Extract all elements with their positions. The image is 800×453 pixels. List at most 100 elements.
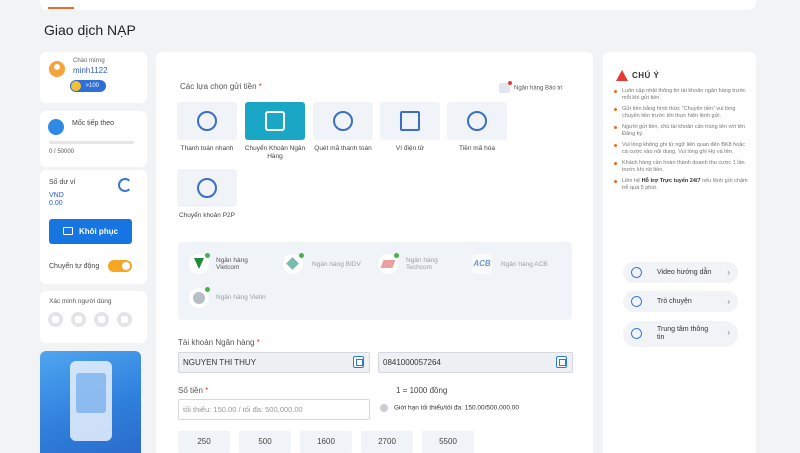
milestone-progress-text: 0 / 50000 bbox=[49, 149, 75, 155]
chevron-right-icon: › bbox=[727, 268, 730, 277]
quick-amount-2700[interactable]: 2700 bbox=[361, 431, 413, 453]
auto-transfer-toggle[interactable] bbox=[108, 260, 132, 272]
notice-item: Luôn cập nhật thông tin tài khoản ngân h… bbox=[614, 88, 749, 102]
required-mark: * bbox=[205, 386, 209, 395]
info-center-label: Trung tâm thông tin bbox=[657, 326, 709, 341]
quick-amount-5500[interactable]: 5500 bbox=[422, 431, 474, 453]
method-p2p-label: Chuyển khoản P2P bbox=[178, 212, 235, 219]
deposit-options-text: Các lựa chọn gửi tiền bbox=[180, 82, 257, 91]
notice-panel: CHÚ Ý Luôn cập nhật thông tin tài khoản … bbox=[603, 52, 756, 453]
vip-points-value: >100 bbox=[85, 83, 99, 89]
qr-wallet-icon bbox=[400, 111, 420, 131]
amount-label: Số tiền * bbox=[178, 386, 208, 395]
deposit-options-label: Các lựa chọn gửi tiền * bbox=[180, 82, 262, 91]
method-bank-transfer-label: Chuyển Khoản Ngân Hàng bbox=[244, 145, 306, 160]
method-p2p[interactable] bbox=[177, 169, 237, 207]
account-name-field[interactable]: NGUYEN THI THUY bbox=[178, 352, 370, 373]
phone-illustration bbox=[70, 361, 112, 441]
user-card: Chào mừng minh1122 >100 bbox=[40, 52, 147, 103]
wallet-currency: VND bbox=[49, 192, 64, 199]
acb-logo[interactable]: ACB bbox=[472, 254, 492, 274]
coin-icon bbox=[71, 81, 81, 91]
username[interactable]: minh1122 bbox=[73, 66, 108, 75]
bank-techcom[interactable]: Ngân hàng Techcom bbox=[406, 257, 448, 271]
live-support-link[interactable]: Hỗ trợ Trực tuyến 24/7 bbox=[642, 178, 701, 184]
vip-points-badge[interactable]: >100 bbox=[70, 80, 106, 92]
method-e-wallet-label: Ví điện tử bbox=[395, 145, 425, 152]
vietcombank-logo[interactable] bbox=[189, 253, 210, 274]
notice-item: Vui lòng không ghi từ ngữ liên quan đến … bbox=[614, 142, 749, 156]
info-center-icon bbox=[631, 328, 642, 339]
vietinbank-logo[interactable] bbox=[189, 287, 210, 308]
method-crypto[interactable] bbox=[447, 102, 507, 140]
bank-account-label: Tài khoản Ngân hàng * bbox=[178, 338, 260, 347]
quick-amount-1600[interactable]: 1600 bbox=[300, 431, 352, 453]
copy-icon[interactable] bbox=[556, 356, 567, 368]
amount-input[interactable]: tối thiểu: 150.00 / tối đa: 500,000.00 bbox=[178, 399, 370, 420]
amount-label-text: Số tiền bbox=[178, 386, 203, 395]
rate-note: 1 = 1000 đồng bbox=[396, 386, 448, 395]
milestone-icon bbox=[48, 119, 64, 135]
method-fast-pay[interactable] bbox=[177, 102, 237, 140]
chat-label: Trò chuyện bbox=[657, 298, 692, 305]
milestone-card: Mốc tiếp theo 0 / 50000 bbox=[40, 111, 147, 167]
bank-transfer-icon bbox=[265, 111, 285, 131]
maintenance-bank-link[interactable]: Ngân hàng Bảo trì bbox=[499, 81, 563, 93]
support-prefix: Liên hệ bbox=[622, 178, 642, 184]
quick-amount-500[interactable]: 500 bbox=[239, 431, 291, 453]
account-number-field[interactable]: 0841000057264 bbox=[378, 352, 573, 373]
limit-note: Giới hạn tối thiểu/tối đa: 150.00/500,00… bbox=[380, 404, 519, 412]
notice-title: CHÚ Ý bbox=[632, 71, 660, 80]
bidv-logo[interactable] bbox=[283, 253, 304, 274]
email-icon[interactable] bbox=[71, 312, 86, 327]
bank-vietcom[interactable]: Ngân hàng Vietcom bbox=[216, 257, 256, 271]
maintenance-label: Ngân hàng Bảo trì bbox=[514, 85, 563, 92]
copy-icon[interactable] bbox=[353, 356, 364, 368]
techcombank-logo[interactable] bbox=[378, 253, 399, 274]
notice-item: Gửi tiền bằng hình thức "Chuyển tiền" vu… bbox=[614, 106, 749, 120]
chat-icon bbox=[631, 296, 642, 307]
wallet-amount: 0.00 bbox=[49, 200, 63, 207]
user-icon[interactable] bbox=[48, 312, 63, 327]
scan-pay-icon bbox=[333, 111, 353, 131]
deposit-panel: Các lựa chọn gửi tiền * Ngân hàng Bảo tr… bbox=[156, 52, 593, 453]
method-e-wallet[interactable] bbox=[380, 102, 440, 140]
promo-banner[interactable] bbox=[40, 351, 141, 453]
method-bank-transfer[interactable] bbox=[245, 102, 305, 140]
restore-button-label: Khôi phục bbox=[78, 227, 119, 236]
video-guide-link[interactable]: Video hướng dẫn › bbox=[623, 262, 738, 283]
top-nav-active-indicator bbox=[48, 7, 74, 9]
id-card-icon[interactable] bbox=[117, 312, 132, 327]
method-scan-pay-label: Quét mã thanh toán bbox=[314, 145, 372, 152]
method-crypto-label: Tiền mã hóa bbox=[459, 145, 495, 152]
avatar-icon[interactable] bbox=[49, 61, 65, 77]
notice-support-item: Liên hệ Hỗ trợ Trực tuyến 24/7 nếu lệnh … bbox=[614, 178, 749, 192]
notice-list: Luôn cập nhật thông tin tài khoản ngân h… bbox=[614, 88, 749, 196]
limit-note-text: Giới hạn tối thiểu/tối đa: 150.00/500,00… bbox=[394, 404, 519, 412]
info-center-link[interactable]: Trung tâm thông tin › bbox=[623, 321, 738, 347]
bank-vietin[interactable]: Ngân hàng Vietin bbox=[216, 294, 266, 301]
required-mark: * bbox=[256, 338, 260, 347]
refresh-icon[interactable] bbox=[118, 178, 132, 192]
milestone-progress-bar bbox=[49, 141, 134, 144]
available-dot bbox=[394, 253, 399, 258]
wallet-label: Số dư ví bbox=[49, 179, 76, 186]
restore-button[interactable]: Khôi phục bbox=[49, 219, 132, 244]
info-icon bbox=[380, 404, 388, 412]
available-dot bbox=[205, 287, 210, 292]
method-scan-pay[interactable] bbox=[313, 102, 373, 140]
bank-acb[interactable]: Ngân hàng ACB bbox=[501, 261, 548, 268]
verify-label: Xác minh người dùng bbox=[49, 298, 112, 305]
page-title: Giao dịch NẠP bbox=[44, 22, 136, 38]
quick-amount-250[interactable]: 250 bbox=[178, 431, 230, 453]
milestone-label: Mốc tiếp theo bbox=[72, 120, 115, 127]
phone-icon[interactable] bbox=[94, 312, 109, 327]
wallet-icon bbox=[62, 227, 73, 235]
available-dot bbox=[205, 253, 210, 258]
method-fast-pay-label: Thanh toán nhanh bbox=[180, 145, 234, 152]
bank-bidv[interactable]: Ngân hàng BIDV bbox=[312, 261, 361, 268]
bank-maintenance-icon bbox=[499, 81, 512, 93]
p2p-icon bbox=[197, 178, 217, 198]
video-icon bbox=[631, 267, 642, 278]
chat-link[interactable]: Trò chuyện › bbox=[623, 291, 738, 312]
